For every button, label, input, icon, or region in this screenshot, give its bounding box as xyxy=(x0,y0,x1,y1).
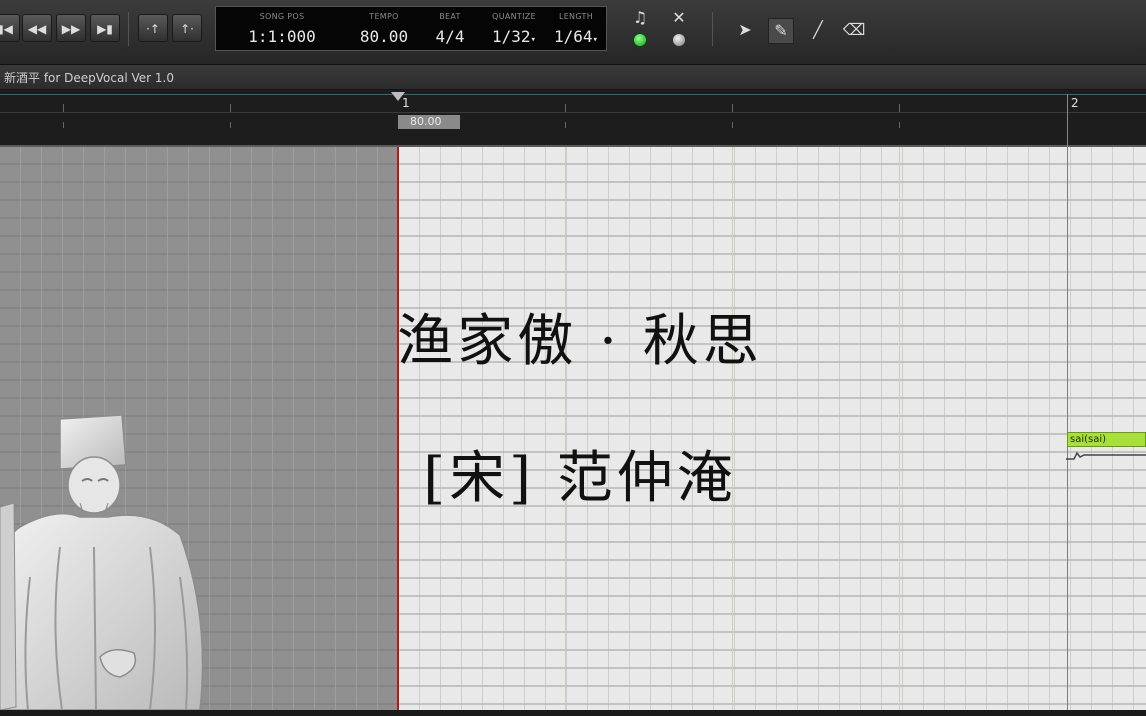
rewind-button[interactable]: ◀◀ xyxy=(22,14,52,42)
metronome-icon: ✕ xyxy=(672,8,686,27)
bottom-scrollbar[interactable] xyxy=(0,710,1146,716)
beat-line xyxy=(899,147,900,710)
song-pos-label: SONG POS xyxy=(259,12,305,21)
ruler-tick xyxy=(63,104,64,112)
ruler-top-line xyxy=(0,94,1146,95)
piano-roll-grid[interactable]: sai(sai) xyxy=(0,147,1146,710)
quantize-value-wrap: 1/32▾ xyxy=(480,27,548,46)
skip-forward-icon: ▶▮ xyxy=(97,22,113,36)
length-value-wrap: 1/64▾ xyxy=(548,27,604,46)
dropdown-arrow-icon: ▾ xyxy=(592,35,598,45)
pitch-curve xyxy=(1066,451,1146,460)
beat-line xyxy=(565,147,566,710)
fast-forward-icon: ▶▶ xyxy=(61,22,81,36)
dropdown-arrow-icon: ▾ xyxy=(530,35,536,45)
ruler-tick xyxy=(63,122,64,128)
timeline-ruler[interactable]: 1 2 80.00 xyxy=(0,90,1146,147)
loop-end-button[interactable]: ↑· xyxy=(172,14,202,42)
ruler-tick xyxy=(899,104,900,112)
length-value: 1/64 xyxy=(554,27,593,46)
quantize-select[interactable]: QUANTIZE 1/32▾ xyxy=(480,7,548,52)
ruler-tick xyxy=(565,104,566,112)
statue-image xyxy=(0,414,204,710)
pointer-icon: ➤ xyxy=(738,20,752,39)
skip-back-icon: ▮◀ xyxy=(0,22,13,36)
eraser-icon: ⌫ xyxy=(842,20,866,39)
ruler-tick xyxy=(565,122,566,128)
beat-value: 4/4 xyxy=(435,27,465,46)
bar-line xyxy=(1067,147,1068,710)
toolbar-separator xyxy=(712,12,713,46)
toolbar: ▮◀ ◀◀ ▶▶ ▶▮ ·↑ ↑· SONG POS 1:1:000 TEMPO… xyxy=(0,0,1146,65)
midi-led-icon[interactable] xyxy=(633,33,647,47)
ruler-tick xyxy=(732,122,733,128)
fast-forward-button[interactable]: ▶▶ xyxy=(56,14,86,42)
marker-left-icon: ·↑ xyxy=(146,22,160,36)
playhead-line xyxy=(397,147,399,710)
ruler-tick xyxy=(732,104,733,112)
select-tool-button[interactable]: ➤ xyxy=(733,18,757,42)
playhead-handle[interactable] xyxy=(391,92,405,101)
ruler-divider xyxy=(0,112,1146,113)
song-pos-readout[interactable]: SONG POS 1:1:000 xyxy=(226,7,338,52)
line-tool-button[interactable]: ╱ xyxy=(806,18,830,42)
lcd-display: SONG POS 1:1:000 TEMPO 80.00 BEAT 4/4 QU… xyxy=(215,6,607,51)
tempo-readout[interactable]: TEMPO 80.00 xyxy=(344,7,424,52)
metronome-led-icon[interactable] xyxy=(672,33,686,47)
toolbar-separator xyxy=(128,12,129,46)
tempo-value: 80.00 xyxy=(359,27,409,46)
beat-label: BEAT xyxy=(439,12,461,21)
pencil-icon: ✎ xyxy=(774,21,788,40)
ruler-bar-line xyxy=(1067,94,1068,147)
quantize-label: QUANTIZE xyxy=(492,12,536,21)
window-title-bar: 新酒平 for DeepVocal Ver 1.0 xyxy=(0,65,1146,90)
rewind-icon: ◀◀ xyxy=(27,22,47,36)
poem-author: [宋] 范仲淹 xyxy=(423,446,737,511)
note-block[interactable]: sai(sai) xyxy=(1067,432,1146,447)
loop-start-button[interactable]: ·↑ xyxy=(138,14,168,42)
tempo-label: TEMPO xyxy=(369,12,399,21)
length-select[interactable]: LENGTH 1/64▾ xyxy=(548,7,604,52)
marker-right-icon: ↑· xyxy=(180,22,194,36)
ruler-tick xyxy=(899,122,900,128)
song-pos-value: 1:1:000 xyxy=(248,27,316,46)
pencil-tool-button[interactable]: ✎ xyxy=(768,18,794,44)
to-start-button[interactable]: ▮◀ xyxy=(0,14,20,42)
window-title: 新酒平 for DeepVocal Ver 1.0 xyxy=(4,71,174,85)
bar-number-2: 2 xyxy=(1071,96,1079,110)
tempo-marker[interactable]: 80.00 xyxy=(398,115,460,129)
ruler-tick xyxy=(230,104,231,112)
poem-title: 渔家傲 · 秋思 xyxy=(397,309,763,374)
beat-line xyxy=(732,147,733,710)
line-icon: ╱ xyxy=(813,20,823,39)
eraser-tool-button[interactable]: ⌫ xyxy=(842,18,866,42)
length-label: LENGTH xyxy=(558,12,594,21)
to-end-button[interactable]: ▶▮ xyxy=(90,14,120,42)
music-note-icon: ♫ xyxy=(632,8,648,27)
beat-readout[interactable]: BEAT 4/4 xyxy=(424,7,476,52)
ruler-tick xyxy=(230,122,231,128)
quantize-value: 1/32 xyxy=(492,27,531,46)
